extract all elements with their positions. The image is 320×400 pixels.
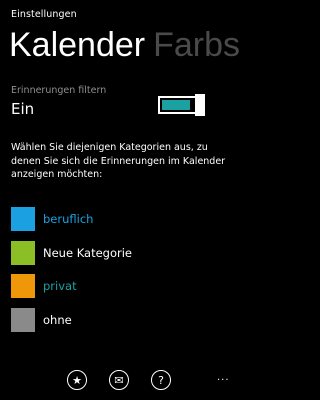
categories-description: Wählen Sie diejenigen Kategorien aus, zu…: [11, 142, 226, 180]
help-icon[interactable]: ?: [151, 370, 171, 390]
category-item-privat[interactable]: privat: [11, 274, 231, 300]
category-item-beruflich[interactable]: beruflich: [11, 207, 231, 233]
pivot-tab-farbs[interactable]: Farbs: [153, 26, 240, 64]
filter-reminders-label: Erinnerungen filtern: [11, 85, 107, 96]
filter-reminders-value: Ein: [11, 100, 35, 118]
category-color-swatch: [11, 207, 35, 231]
category-item-neue-kategorie[interactable]: Neue Kategorie: [11, 241, 231, 267]
category-item-ohne[interactable]: ohne: [11, 308, 231, 334]
toggle-fill: [162, 100, 190, 110]
favorite-star-glyph: ★: [72, 373, 82, 387]
favorite-star-icon[interactable]: ★: [67, 370, 87, 390]
category-color-swatch: [11, 274, 35, 298]
pivot-header: Kalender Farbs: [9, 23, 240, 67]
app-bar: ★ ✉ ? ...: [0, 364, 240, 400]
category-color-swatch: [11, 241, 35, 265]
mail-icon[interactable]: ✉: [109, 370, 129, 390]
filter-reminders-toggle[interactable]: [158, 94, 205, 116]
more-options-icon[interactable]: ...: [217, 372, 230, 383]
category-label: ohne: [43, 313, 72, 327]
mail-glyph: ✉: [114, 373, 124, 387]
category-label: beruflich: [43, 212, 94, 226]
toggle-knob[interactable]: [195, 94, 205, 116]
help-glyph: ?: [158, 373, 164, 387]
category-label: Neue Kategorie: [43, 246, 133, 260]
app-title: Einstellungen: [11, 9, 77, 20]
category-label: privat: [43, 279, 77, 293]
pivot-tab-kalender[interactable]: Kalender: [9, 26, 145, 64]
category-color-swatch: [11, 308, 35, 332]
